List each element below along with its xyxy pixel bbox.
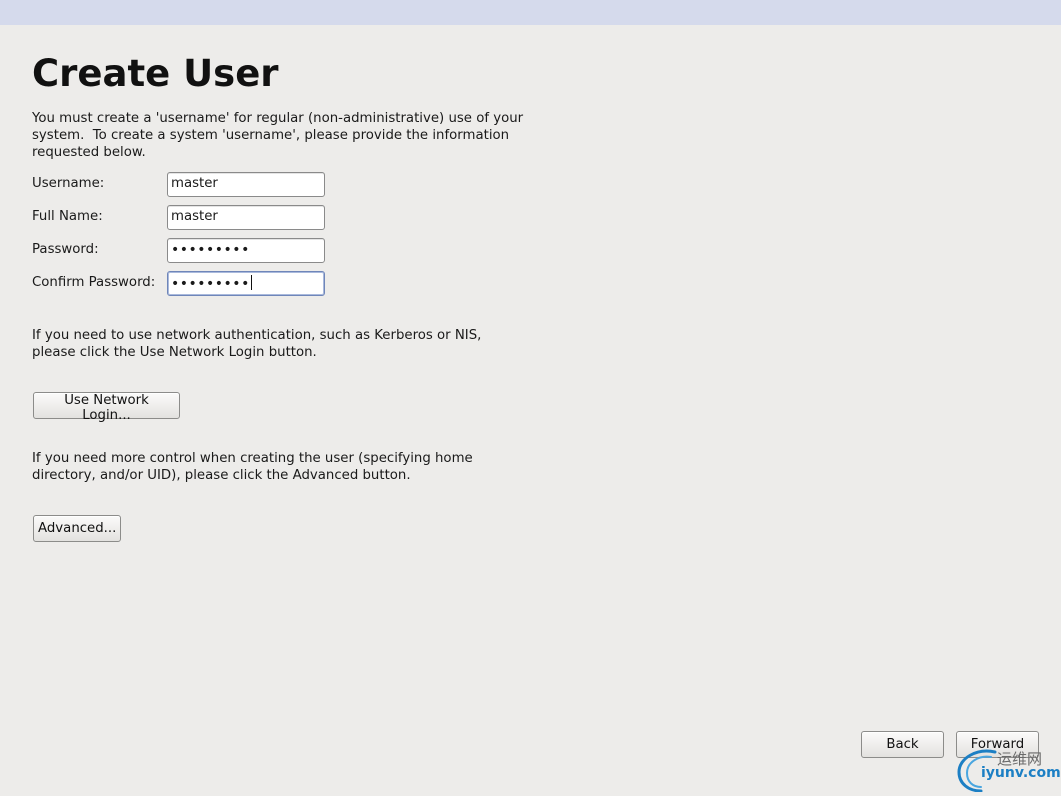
confirm-password-label: Confirm Password: [32,275,156,290]
network-info-line: If you need to use network authenticatio… [32,328,482,343]
username-value: master [171,176,218,191]
full-name-label: Full Name: [32,209,103,224]
password-row: Password: ••••••••• [32,238,332,263]
username-label: Username: [32,176,105,191]
watermark-logo: 运维网 iyunv.com [955,746,1061,793]
text-cursor [250,275,252,290]
network-info-line: please click the Use Network Login butto… [32,345,317,360]
advanced-info-text: If you need more control when creating t… [32,450,532,484]
back-button[interactable]: Back [861,731,944,758]
top-bar [0,0,1061,25]
use-network-login-button[interactable]: Use Network Login... [33,392,180,423]
username-field[interactable]: master [167,172,325,197]
full-name-row: Full Name: master [32,205,332,230]
password-value: ••••••••• [171,242,250,258]
advanced-info-line: If you need more control when creating t… [32,451,473,466]
confirm-password-field[interactable]: ••••••••• [167,271,325,296]
advanced-info-line: directory, and/or UID), please click the… [32,468,411,483]
full-name-value: master [171,209,218,224]
username-row: Username: master [32,172,332,197]
intro-line: system. To create a system 'username', p… [32,128,510,143]
watermark-en-text: iyunv.com [981,765,1061,781]
full-name-field[interactable]: master [167,205,325,230]
page-title: Create User [32,52,279,95]
intro-line: requested below. [32,145,146,160]
password-field[interactable]: ••••••••• [167,238,325,263]
confirm-password-value: ••••••••• [171,276,250,292]
password-label: Password: [32,242,99,257]
intro-text: You must create a 'username' for regular… [32,110,532,161]
advanced-button[interactable]: Advanced... [33,515,121,542]
network-info-text: If you need to use network authenticatio… [32,327,532,361]
intro-line: You must create a 'username' for regular… [32,111,524,126]
confirm-password-row: Confirm Password: ••••••••• [32,271,332,296]
